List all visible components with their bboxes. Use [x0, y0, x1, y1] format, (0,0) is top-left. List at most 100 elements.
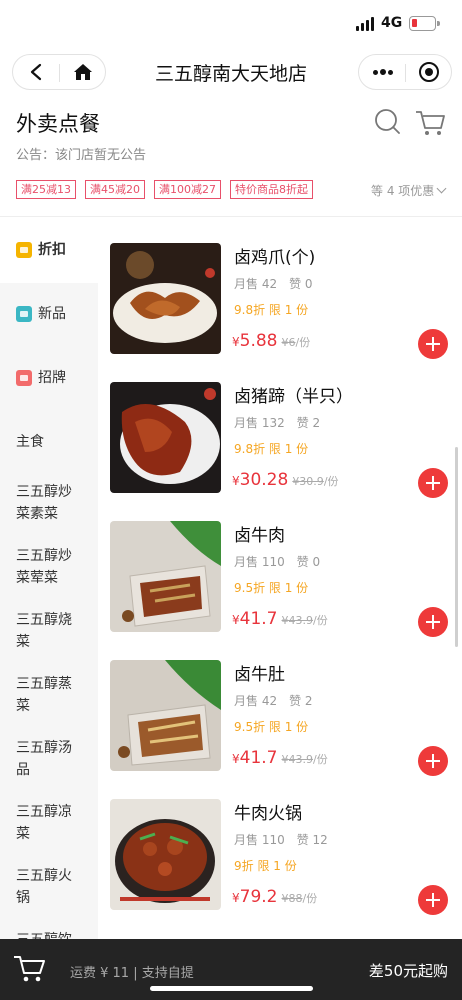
product-price-row: ¥79.2 ¥88/份: [232, 887, 317, 907]
cart-icon: [416, 111, 445, 135]
price-unit: /份: [302, 892, 318, 905]
promo-tag: 满45减20: [85, 180, 145, 199]
product-item[interactable]: 牛肉火锅 月售 110 赞 12 9折 限 1 份 ¥79.2 ¥88/份: [98, 773, 462, 915]
product-sales: 月售 132: [234, 416, 285, 430]
product-price: ¥41.7: [232, 748, 278, 768]
product-price: ¥30.28: [232, 470, 288, 490]
product-image: [110, 660, 221, 771]
product-sales: 月售 110: [234, 833, 285, 847]
product-stats: 月售 42 赞 0: [234, 275, 313, 292]
product-discount: 9折 限 1 份: [234, 859, 297, 873]
promo-more-toggle[interactable]: 等 4 项优惠: [371, 182, 447, 199]
new-icon: [16, 306, 32, 322]
cart-button[interactable]: [412, 104, 448, 140]
product-name: 卤牛肚: [234, 665, 285, 685]
add-to-cart-button[interactable]: [418, 329, 448, 359]
product-name: 卤鸡爪(个): [234, 248, 316, 268]
sidebar-item-stirfry-veg[interactable]: 三五醇炒菜素菜: [0, 481, 98, 545]
page-title: 外卖点餐: [16, 112, 100, 136]
search-button[interactable]: [372, 106, 404, 138]
close-button[interactable]: [406, 55, 452, 89]
product-stats: 月售 110 赞 12: [234, 831, 328, 848]
category-sidebar: 折扣 新品 招牌 主食 三五醇炒菜素菜 三五醇炒菜荤菜 三五醇烧菜 三五醇蒸菜 …: [0, 217, 98, 939]
original-price: ¥30.9: [292, 475, 324, 488]
sidebar-item-drinks[interactable]: 三五醇饮: [0, 929, 98, 939]
sidebar-item-label: 三五醇蒸菜: [16, 676, 72, 714]
nav-pill: [12, 54, 106, 90]
nav-bar: 三五醇南大天地店: [0, 50, 462, 94]
product-likes: 赞 2: [296, 416, 321, 430]
product-discount: 9.8折 限 1 份: [234, 442, 309, 456]
product-price-row: ¥41.7 ¥43.9/份: [232, 609, 328, 629]
product-price: ¥41.7: [232, 609, 278, 629]
product-item[interactable]: 卤牛肚 月售 42 赞 2 9.5折 限 1 份 ¥41.7 ¥43.9/份: [98, 634, 462, 776]
sidebar-item-soup[interactable]: 三五醇汤品: [0, 737, 98, 801]
original-price: ¥6: [281, 336, 296, 349]
sidebar-item-stirfry-meat[interactable]: 三五醇炒菜荤菜: [0, 545, 98, 609]
status-bar: 4G: [0, 0, 462, 46]
price-value: 79.2: [239, 887, 278, 907]
price-unit: /份: [313, 753, 328, 766]
home-button[interactable]: [60, 55, 106, 89]
sidebar-item-steamed[interactable]: 三五醇蒸菜: [0, 673, 98, 737]
sidebar-item-hotpot[interactable]: 三五醇火锅: [0, 865, 98, 929]
product-image: [110, 243, 221, 354]
currency-symbol: ¥: [232, 752, 240, 766]
currency-symbol: ¥: [232, 613, 240, 627]
chevron-down-icon: [436, 183, 447, 194]
sidebar-item-discount[interactable]: 折扣: [0, 217, 98, 283]
sidebar-item-label: 折扣: [38, 242, 66, 258]
add-to-cart-button[interactable]: [418, 468, 448, 498]
product-list: 卤鸡爪(个) 月售 42 赞 0 9.8折 限 1 份 ¥5.88 ¥6/份 卤猪蹄…: [98, 217, 462, 939]
product-item[interactable]: 卤牛肉 月售 110 赞 0 9.5折 限 1 份 ¥41.7 ¥43.9/份: [98, 495, 462, 637]
min-order-notice: 差50元起购: [368, 962, 448, 980]
product-price: ¥5.88: [232, 331, 278, 351]
sidebar-item-label: 新品: [38, 306, 66, 322]
promo-tag: 满100减27: [154, 180, 221, 199]
promo-tag: 满25减13: [16, 180, 76, 199]
discount-icon: [16, 242, 32, 258]
product-item[interactable]: 卤鸡爪(个) 月售 42 赞 0 9.8折 限 1 份 ¥5.88 ¥6/份: [98, 217, 462, 359]
product-name: 牛肉火锅: [234, 804, 302, 824]
product-sales: 月售 110: [234, 555, 285, 569]
sidebar-item-label: 主食: [16, 434, 44, 450]
product-image: [110, 521, 221, 632]
sidebar-item-label: 三五醇烧菜: [16, 612, 72, 650]
signal-icon: [356, 17, 376, 31]
product-name: 卤牛肉: [234, 526, 285, 546]
product-price-row: ¥30.28 ¥30.9/份: [232, 470, 339, 490]
promo-more-label: 等 4 项优惠: [371, 184, 435, 198]
sidebar-item-signature[interactable]: 招牌: [0, 347, 98, 411]
product-sales: 月售 42: [234, 694, 278, 708]
more-button[interactable]: [359, 55, 405, 89]
product-price-row: ¥5.88 ¥6/份: [232, 331, 310, 351]
original-price: ¥43.9: [281, 614, 314, 627]
product-likes: 赞 0: [296, 555, 321, 569]
sidebar-item-cold[interactable]: 三五醇凉菜: [0, 801, 98, 865]
add-to-cart-button[interactable]: [418, 607, 448, 637]
home-indicator: [150, 986, 313, 991]
sidebar-item-braised[interactable]: 三五醇烧菜: [0, 609, 98, 673]
product-stats: 月售 110 赞 0: [234, 553, 320, 570]
price-value: 30.28: [239, 470, 289, 490]
price-unit: /份: [313, 614, 328, 627]
sidebar-item-label: 三五醇炒菜素菜: [16, 484, 72, 522]
product-item[interactable]: 卤猪蹄（半只） 月售 132 赞 2 9.8折 限 1 份 ¥30.28 ¥30.9…: [98, 356, 462, 498]
add-to-cart-button[interactable]: [418, 885, 448, 915]
price-value: 5.88: [239, 331, 278, 351]
product-sales: 月售 42: [234, 277, 278, 291]
add-to-cart-button[interactable]: [418, 746, 448, 776]
signature-icon: [16, 370, 32, 386]
sidebar-item-staple[interactable]: 主食: [0, 411, 98, 475]
network-label: 4G: [381, 15, 403, 31]
sidebar-item-label: 三五醇凉菜: [16, 804, 72, 842]
scrollbar[interactable]: [455, 447, 458, 647]
bottom-cart-button[interactable]: [12, 951, 48, 985]
original-price: ¥43.9: [281, 753, 314, 766]
product-stats: 月售 132 赞 2: [234, 414, 320, 431]
product-price: ¥79.2: [232, 887, 278, 907]
price-unit: /份: [323, 475, 339, 488]
back-button[interactable]: [13, 55, 59, 89]
sidebar-item-new[interactable]: 新品: [0, 283, 98, 347]
price-value: 41.7: [239, 609, 278, 629]
